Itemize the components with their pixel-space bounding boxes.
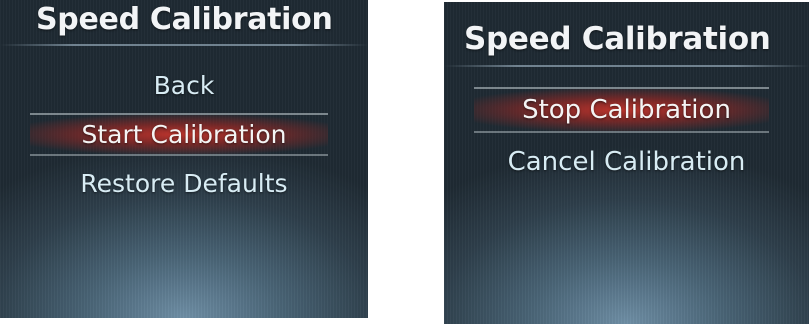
title-divider [0,44,368,46]
title-divider [444,65,809,67]
menu-item-label: Cancel Calibration [507,147,746,177]
menu-item-restore-defaults[interactable]: Restore Defaults [0,159,368,208]
menu-item-label: Stop Calibration [522,95,731,125]
menu-item-label: Start Calibration [81,120,287,149]
speed-calibration-screen-right: Speed Calibration Stop Calibration Cance… [444,2,809,324]
calibration-menu: Stop Calibration Cancel Calibration [444,84,809,188]
menu-item-label: Restore Defaults [80,169,288,198]
menu-item-cancel-calibration[interactable]: Cancel Calibration [444,136,809,188]
screen-title: Speed Calibration [464,21,771,57]
calibration-menu: Back Start Calibration Restore Defaults [0,62,368,208]
menu-item-back[interactable]: Back [0,62,368,110]
menu-item-stop-calibration[interactable]: Stop Calibration [444,84,809,136]
menu-item-start-calibration[interactable]: Start Calibration [0,110,368,159]
menu-item-label: Back [153,71,215,100]
screen-title: Speed Calibration [36,2,333,37]
speed-calibration-screen-left: Speed Calibration Back Start Calibration… [0,0,368,318]
